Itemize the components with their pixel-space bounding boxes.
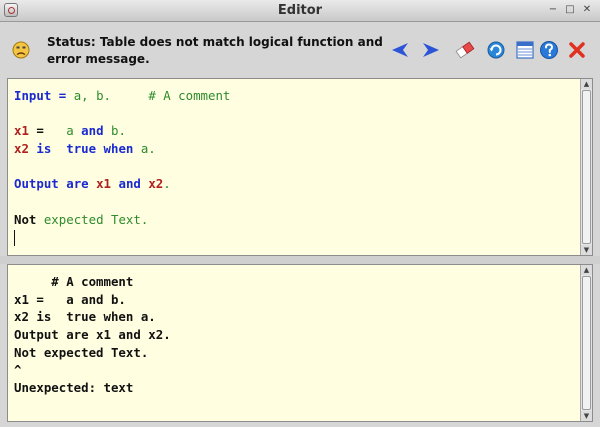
unhappy-face-icon — [12, 41, 30, 59]
split-divider[interactable] — [0, 256, 600, 264]
code-token: Input — [14, 88, 52, 103]
code-line[interactable]: Input = a, b. # A comment — [14, 87, 230, 105]
code-line[interactable] — [14, 158, 230, 176]
code-token: true — [66, 141, 97, 157]
code-token: when — [103, 141, 134, 157]
scroll-down-arrow-icon[interactable]: ▼ — [581, 245, 592, 255]
editor-panel[interactable]: Input = a, b. # A comment x1 = a and b. x2… — [7, 78, 593, 256]
scroll-down-arrow-icon[interactable]: ▼ — [581, 411, 592, 421]
scroll-up-arrow-icon[interactable]: ▲ — [581, 265, 592, 275]
output-line: ^ — [14, 362, 22, 378]
code-token: x2 — [148, 176, 164, 192]
code-line[interactable]: Not expected Text. — [14, 211, 230, 229]
close-icon[interactable] — [566, 39, 588, 61]
code-token: x1 — [96, 176, 112, 192]
code-line[interactable]: Output are x1 and x2. — [14, 175, 230, 193]
code-token: x2 — [14, 141, 29, 157]
code-token: and — [81, 123, 104, 139]
minimize-button[interactable]: − — [547, 4, 559, 16]
scroll-thumb[interactable] — [582, 276, 591, 410]
code-token: # A comment — [148, 88, 231, 103]
code-line[interactable]: x1 = a and b. — [14, 122, 230, 140]
code-token: . — [163, 176, 171, 192]
refresh-icon[interactable] — [485, 39, 507, 61]
editor-scrollbar[interactable]: ▲ ▼ — [580, 79, 592, 255]
window-title: Editor — [277, 3, 323, 18]
output-scrollbar[interactable]: ▲ ▼ — [580, 265, 592, 421]
output-line: x2 is true when a. — [14, 309, 156, 325]
table-icon[interactable] — [514, 39, 536, 61]
error-output-text: # A comment x1 = a and b. x2 is true when … — [14, 273, 171, 397]
code-token: b. — [103, 123, 126, 139]
text-caret — [14, 230, 15, 246]
code-token: and — [118, 176, 141, 192]
help-icon[interactable] — [538, 39, 560, 61]
back-arrow-icon[interactable] — [389, 39, 411, 61]
code-token: a. — [133, 141, 156, 157]
maximize-button[interactable]: □ — [564, 4, 576, 16]
code-token: x1 — [14, 123, 29, 139]
output-line: Not expected Text. — [14, 344, 149, 360]
output-line: # A comment — [14, 274, 134, 289]
status-message: Status: Table does not match logical fun… — [47, 35, 383, 66]
code-token: expected Text. — [36, 211, 149, 227]
code-token: are — [66, 176, 89, 192]
code-token: = — [28, 123, 67, 139]
code-line[interactable] — [14, 105, 230, 123]
code-token: Not — [14, 211, 37, 227]
code-token: = — [51, 88, 74, 103]
code-line[interactable]: x2 is true when a. — [14, 140, 230, 158]
code-line[interactable] — [14, 229, 230, 247]
status-bar: Status: Table does not match logical fun… — [0, 22, 600, 76]
code-token: Output — [14, 176, 59, 192]
output-line: x1 = a and b. — [14, 291, 126, 307]
forward-arrow-icon[interactable] — [420, 39, 442, 61]
editor-text-area[interactable]: Input = a, b. # A comment x1 = a and b. x2… — [14, 87, 230, 246]
output-line: Unexpected: text — [14, 380, 134, 396]
title-bar[interactable]: Editor − □ ✕ — [0, 0, 600, 22]
eraser-icon[interactable] — [454, 39, 476, 61]
code-line[interactable] — [14, 193, 230, 211]
output-line: Output are x1 and x2. — [14, 327, 171, 343]
window-close-button[interactable]: ✕ — [581, 4, 593, 16]
code-token: a — [66, 123, 74, 139]
scroll-thumb[interactable] — [582, 90, 591, 244]
code-token: is — [36, 141, 52, 157]
code-token: a, b. — [73, 88, 112, 103]
scroll-up-arrow-icon[interactable]: ▲ — [581, 79, 592, 89]
error-output-panel: # A comment x1 = a and b. x2 is true when … — [7, 264, 593, 422]
